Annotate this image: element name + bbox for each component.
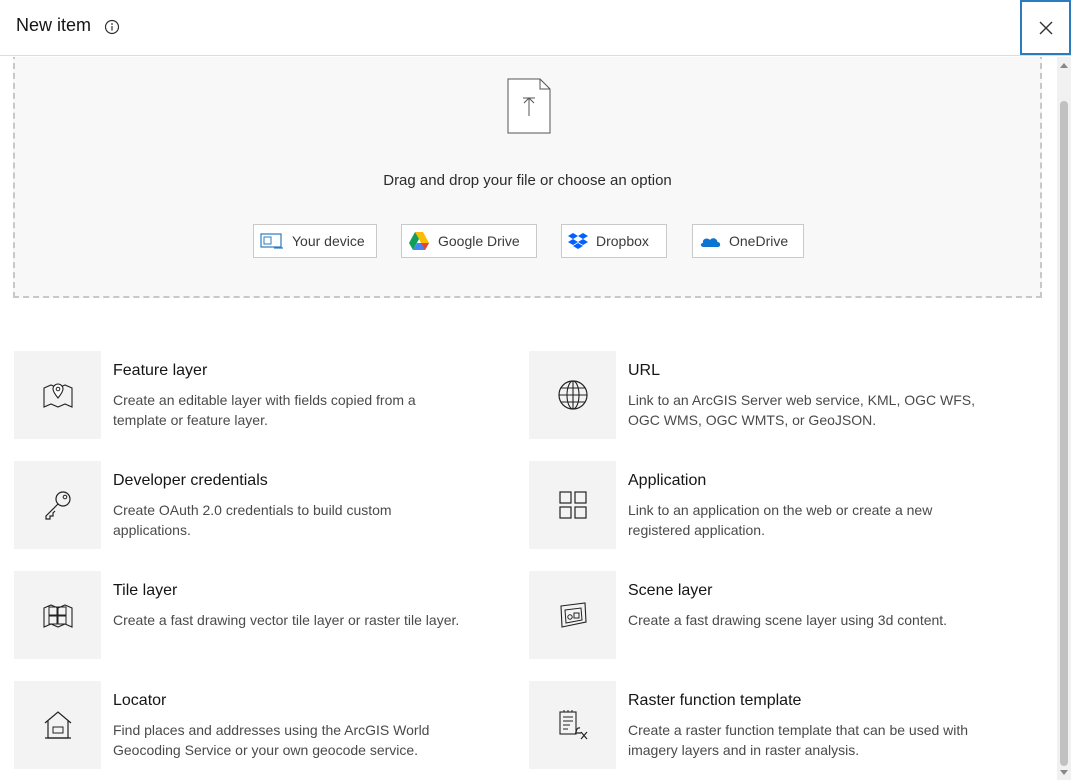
item-title: URL bbox=[628, 362, 661, 379]
item-title: Developer credentials bbox=[113, 472, 268, 489]
item-title: Locator bbox=[113, 692, 167, 709]
tile-layer-icon bbox=[42, 604, 73, 628]
file-upload-icon bbox=[507, 78, 551, 134]
item-card-feature-layer[interactable]: Feature layer Create an editable layer w… bbox=[14, 351, 514, 439]
scroll-down-arrow-icon[interactable] bbox=[1060, 770, 1068, 775]
scroll-up-arrow-icon[interactable] bbox=[1060, 63, 1068, 68]
item-description: Create OAuth 2.0 credentials to build cu… bbox=[113, 502, 392, 538]
dropbox-icon bbox=[568, 233, 588, 249]
scene-layer-icon bbox=[559, 602, 587, 628]
item-description: Create a fast drawing scene layer using … bbox=[628, 612, 948, 628]
dropbox-label: Dropbox bbox=[596, 233, 649, 249]
raster-function-icon bbox=[558, 710, 587, 740]
file-dropzone[interactable]: Drag and drop your file or choose an opt… bbox=[13, 57, 1042, 298]
onedrive-label: OneDrive bbox=[729, 233, 789, 249]
google-drive-icon bbox=[409, 232, 429, 250]
item-card-application[interactable]: Application Link to an application on th… bbox=[529, 461, 1029, 549]
item-description: Link to an application on the web or cre… bbox=[628, 502, 933, 538]
dialog-header: New item bbox=[0, 0, 1071, 56]
scrollbar[interactable] bbox=[1057, 57, 1071, 780]
google-drive-button[interactable]: Google Drive bbox=[401, 224, 537, 258]
item-title: Raster function template bbox=[628, 692, 802, 709]
scrollbar-thumb[interactable] bbox=[1060, 101, 1068, 766]
item-title: Application bbox=[628, 472, 707, 489]
item-title: Scene layer bbox=[628, 582, 713, 599]
item-card-raster-function-template[interactable]: Raster function template Create a raster… bbox=[529, 681, 1029, 769]
grid-icon bbox=[558, 491, 587, 519]
dropbox-button[interactable]: Dropbox bbox=[561, 224, 667, 258]
item-description: Find places and addresses using the ArcG… bbox=[113, 722, 430, 758]
item-description: Link to an ArcGIS Server web service, KM… bbox=[628, 392, 975, 428]
close-button[interactable] bbox=[1020, 0, 1071, 55]
monitor-icon bbox=[260, 233, 283, 249]
onedrive-button[interactable]: OneDrive bbox=[692, 224, 804, 258]
key-icon bbox=[44, 491, 71, 520]
house-icon bbox=[44, 711, 71, 739]
item-card-url[interactable]: URL Link to an ArcGIS Server web service… bbox=[529, 351, 1029, 439]
item-card-scene-layer[interactable]: Scene layer Create a fast drawing scene … bbox=[529, 571, 1029, 659]
close-icon bbox=[1039, 21, 1052, 34]
map-pin-icon bbox=[42, 383, 73, 408]
dialog-title: New item bbox=[16, 15, 92, 35]
item-card-locator[interactable]: Locator Find places and addresses using … bbox=[14, 681, 514, 769]
onedrive-icon bbox=[700, 238, 721, 247]
item-card-developer-credentials[interactable]: Developer credentials Create OAuth 2.0 c… bbox=[14, 461, 514, 549]
globe-icon bbox=[557, 380, 588, 410]
item-card-tile-layer[interactable]: Tile layer Create a fast drawing vector … bbox=[14, 571, 514, 659]
item-description: Create an editable layer with fields cop… bbox=[113, 392, 416, 428]
info-icon[interactable] bbox=[104, 19, 120, 35]
item-description: Create a fast drawing vector tile layer … bbox=[113, 612, 460, 628]
item-title: Feature layer bbox=[113, 362, 208, 379]
your-device-label: Your device bbox=[292, 233, 365, 249]
item-title: Tile layer bbox=[113, 582, 178, 599]
your-device-button[interactable]: Your device bbox=[253, 224, 377, 258]
google-drive-label: Google Drive bbox=[438, 233, 520, 249]
item-description: Create a raster function template that c… bbox=[628, 722, 969, 758]
dropzone-text: Drag and drop your file or choose an opt… bbox=[383, 172, 672, 189]
dialog-content: Drag and drop your file or choose an opt… bbox=[0, 57, 1057, 780]
